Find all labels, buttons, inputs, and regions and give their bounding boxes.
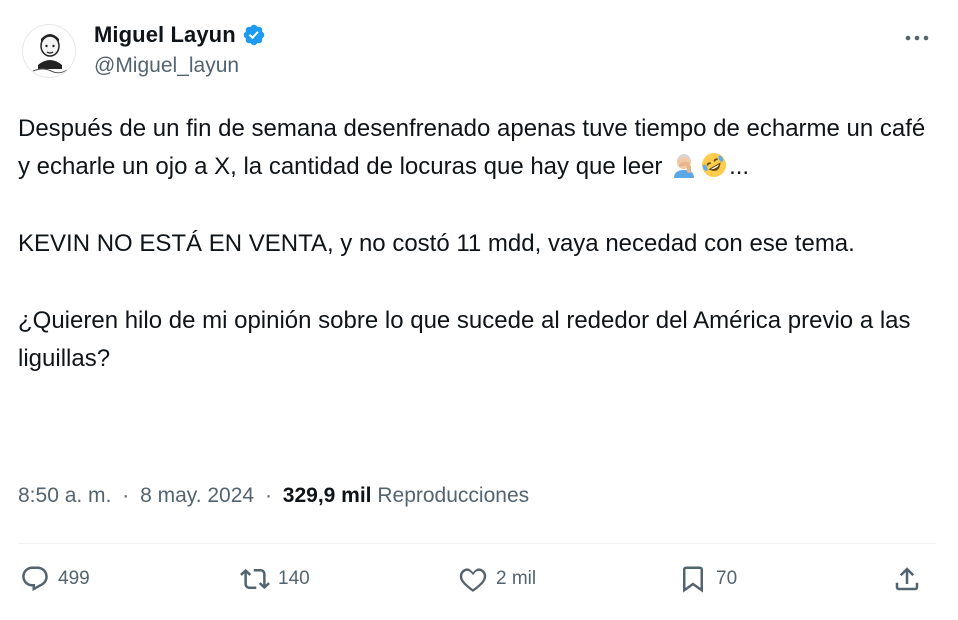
author-names: Miguel Layun @Miguel_layun xyxy=(94,22,266,78)
tweet-paragraph-1-ellipsis: ... xyxy=(729,153,750,180)
divider xyxy=(18,543,936,544)
reply-button[interactable]: 499 xyxy=(20,564,90,594)
tweet-card: Miguel Layun @Miguel_layun Después de un… xyxy=(0,0,958,620)
reply-count: 499 xyxy=(58,568,90,589)
tweet-paragraph-1-text: Después de un fin de semana desenfrenado… xyxy=(18,115,926,180)
tweet-header: Miguel Layun @Miguel_layun xyxy=(18,16,940,86)
rolling-on-floor-laughing-emoji xyxy=(700,151,728,179)
views-label: Reproducciones xyxy=(377,484,530,507)
meta-separator: · xyxy=(122,484,130,507)
repost-count: 140 xyxy=(278,568,310,589)
meta-separator: · xyxy=(264,484,272,507)
share-icon xyxy=(895,567,919,591)
reply-icon xyxy=(22,566,48,592)
repost-button[interactable]: 140 xyxy=(240,564,310,594)
action-bar: 499 140 2 mil 70 xyxy=(18,560,940,604)
bookmark-count: 70 xyxy=(716,568,738,589)
repost-icon xyxy=(240,568,270,590)
more-dots-icon xyxy=(905,35,929,41)
tweet-text: Después de un fin de semana desenfrenado… xyxy=(18,110,940,378)
author-handle[interactable]: @Miguel_layun xyxy=(94,54,266,78)
tweet-paragraph-1: Después de un fin de semana desenfrenado… xyxy=(18,110,940,186)
man-facepalming-emoji xyxy=(670,151,698,179)
tweet-time[interactable]: 8:50 a. m. xyxy=(18,484,111,507)
verified-badge-icon[interactable] xyxy=(242,23,266,47)
views-count: 329,9 mil xyxy=(282,484,372,507)
avatar[interactable] xyxy=(22,24,76,78)
display-name[interactable]: Miguel Layun xyxy=(94,22,236,48)
heart-icon xyxy=(459,568,487,592)
share-button[interactable] xyxy=(892,564,922,594)
tweet-meta: 8:50 a. m. · 8 may. 2024 · 329,9 mil Rep… xyxy=(18,484,529,508)
like-button[interactable]: 2 mil xyxy=(458,564,536,594)
tweet-date[interactable]: 8 may. 2024 xyxy=(140,484,254,507)
tweet-paragraph-2: KEVIN NO ESTÁ EN VENTA, y no costó 11 md… xyxy=(18,230,855,257)
bookmark-button[interactable]: 70 xyxy=(678,564,737,594)
more-options-button[interactable] xyxy=(900,26,934,50)
avatar-sketch-icon xyxy=(32,34,68,74)
tweet-paragraph-3: ¿Quieren hilo de mi opinión sobre lo que… xyxy=(18,307,911,372)
bookmark-icon xyxy=(683,566,703,593)
like-count: 2 mil xyxy=(496,568,537,589)
